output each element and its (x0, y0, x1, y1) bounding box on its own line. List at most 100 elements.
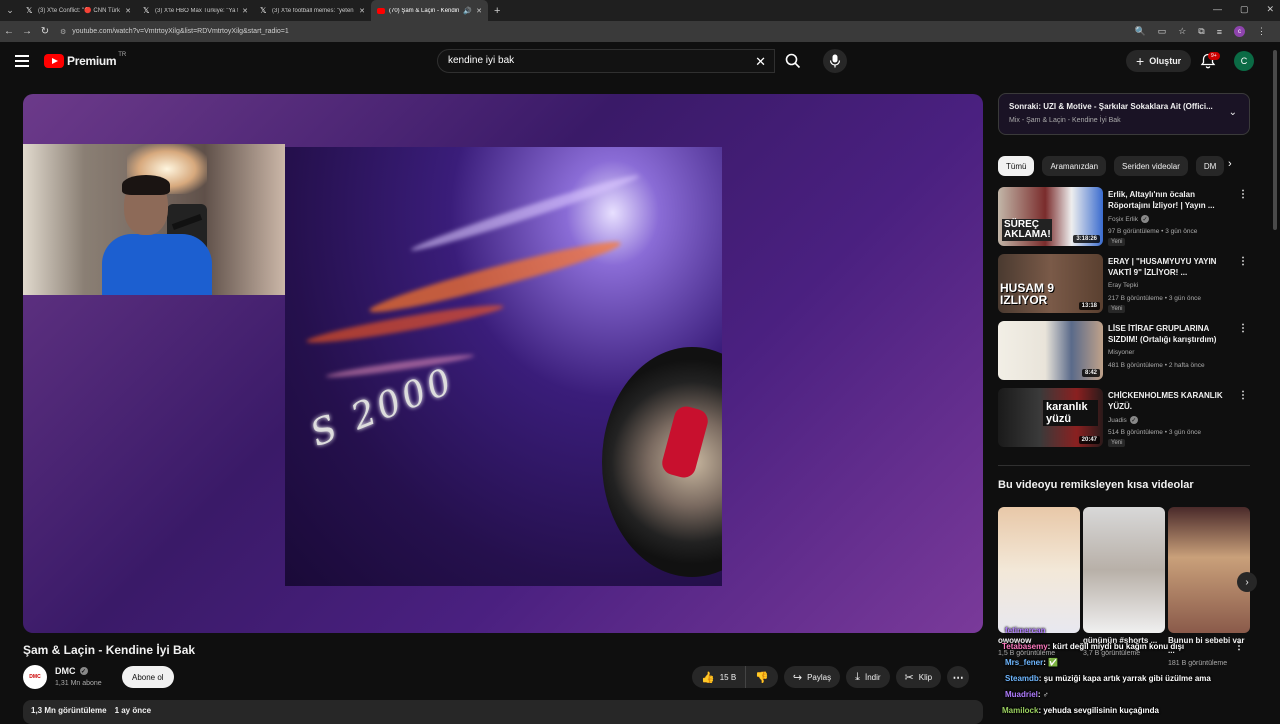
voice-search-button[interactable] (823, 49, 847, 73)
minimize-icon[interactable]: — (1213, 4, 1222, 15)
download-label: İndir (864, 672, 881, 682)
channel-name[interactable]: DMC ✓ (55, 666, 88, 676)
video-thumbnail[interactable]: HUSAM 9 IZLIYOR 13:18 (998, 254, 1103, 313)
video-player[interactable]: S 2000 (23, 94, 983, 633)
video-thumbnail[interactable]: 8:42 (998, 321, 1103, 380)
short-thumbnail[interactable] (1083, 507, 1165, 633)
clear-search-icon[interactable]: ✕ (755, 54, 766, 70)
share-button[interactable]: ↪ Paylaş (783, 666, 841, 688)
thumbs-up-icon: 👍 (701, 671, 715, 684)
share-icon: ↪ (792, 671, 803, 684)
site-info-icon[interactable]: ⚙ (60, 28, 66, 36)
x-logo-icon: 𝕏 (26, 5, 33, 15)
shorts-next-button[interactable]: › (1237, 572, 1257, 592)
close-tab-icon[interactable]: ✕ (242, 7, 248, 15)
channel-text: Foşix Erlik (1108, 215, 1138, 223)
maximize-icon[interactable]: ▢ (1240, 4, 1249, 15)
recommendation-meta: 97 B görüntüleme • 3 gün önce (1108, 228, 1198, 235)
youtube-icon (377, 7, 385, 14)
chip-series[interactable]: Seriden videolar (1114, 156, 1188, 176)
url-field[interactable]: ⚙ youtube.com/watch?v=VmtrtoyXilg&list=R… (60, 24, 1134, 39)
verified-icon: ✓ (1140, 215, 1149, 223)
recommendation-item[interactable]: karanlık yüzü 20:47 CHİCKENHOLMES KARANL… (998, 388, 1250, 448)
more-vertical-icon[interactable]: ⋮ (1238, 323, 1248, 334)
microphone-icon (171, 214, 203, 230)
download-button[interactable]: ⤓ İndir (846, 666, 890, 688)
download-icon: ⤓ (855, 670, 860, 683)
thumbs-down-icon: 👎 (755, 671, 769, 684)
recommendation-item[interactable]: SÜREÇ AKLAMA! 3:18:26 Erlik, Altaylı'nın… (998, 187, 1250, 247)
video-title: Şam & Laçin - Kendine İyi Bak (23, 643, 196, 657)
dislike-button[interactable]: 👎 (746, 666, 778, 688)
close-tab-icon[interactable]: ✕ (125, 7, 131, 15)
browser-tab-active[interactable]: (70) Şam & Laçin - Kendine 🔊 ✕ (371, 0, 488, 21)
more-actions-button[interactable]: ⋯ (947, 666, 970, 688)
like-button[interactable]: 👍 15 B (692, 666, 747, 688)
cast-icon[interactable]: ▭ (1158, 26, 1167, 37)
chip-from-search[interactable]: Aramanızdan (1042, 156, 1107, 176)
youtube-premium-logo[interactable]: Premium TR (44, 52, 126, 68)
short-caption[interactable]: gününün #shorts ... 3,7 B görüntüleme (1083, 636, 1165, 669)
more-vertical-icon[interactable]: ⋮ (1238, 256, 1248, 267)
chip-dmc[interactable]: DM (1195, 156, 1225, 176)
chat-user: Mamilock (1002, 706, 1039, 715)
extensions-icon[interactable]: ⧉ (1198, 26, 1204, 37)
verified-icon: ✓ (79, 667, 88, 675)
chevron-down-icon[interactable]: ⌄ (1229, 107, 1237, 118)
close-tab-icon[interactable]: ✕ (359, 7, 365, 15)
recommendation-channel[interactable]: Foşix Erlik ✓ (1108, 215, 1149, 223)
reload-icon[interactable]: ↻ (36, 26, 54, 37)
video-thumbnail[interactable]: SÜREÇ AKLAMA! 3:18:26 (998, 187, 1103, 246)
recommendation-channel[interactable]: Juadis ✓ (1108, 416, 1138, 424)
like-count: 15 B (719, 672, 737, 682)
chat-text: : ✅ (1043, 658, 1059, 667)
menu-icon[interactable] (15, 55, 29, 67)
more-vertical-icon[interactable]: ⋮ (1238, 390, 1248, 401)
tab-title: (3) X'te Conflict: "🔴 CNN Türk (38, 8, 120, 14)
audio-icon[interactable]: 🔊 (463, 7, 472, 15)
page-scrollbar[interactable] (1273, 50, 1277, 230)
back-icon[interactable]: ← (0, 26, 18, 37)
plus-icon: + (1136, 53, 1145, 69)
clip-button[interactable]: ✂ Klip (895, 666, 942, 688)
forward-icon[interactable]: → (18, 26, 36, 37)
close-window-icon[interactable]: ✕ (1266, 4, 1274, 15)
browser-tab[interactable]: 𝕏 (3) X'te HBO Max Türkiye: "Ya t ✕ (137, 0, 254, 21)
account-avatar[interactable]: C (1234, 51, 1254, 71)
browser-tab[interactable]: 𝕏 (3) X'te Conflict: "🔴 CNN Türk ✕ (20, 0, 137, 21)
short-thumbnail[interactable] (1168, 507, 1250, 633)
mix-playlist-panel[interactable]: Sonraki: UZI & Motive - Şarkılar Sokakla… (998, 93, 1250, 135)
chevron-right-icon[interactable]: › (1228, 158, 1232, 170)
subscribe-button[interactable]: Abone ol (122, 666, 174, 688)
video-thumbnail[interactable]: karanlık yüzü 20:47 (998, 388, 1103, 447)
chat-message: Mamilock: yehuda sevgilisinin kuçağında (1002, 706, 1159, 715)
bookmark-star-icon[interactable]: ☆ (1178, 26, 1186, 37)
browser-menu-icon[interactable]: ⋮ (1257, 26, 1266, 37)
browser-tab[interactable]: 𝕏 (3) X'te football memes: "yeten ✕ (254, 0, 371, 21)
more-horizontal-icon: ⋯ (952, 671, 964, 684)
description-box[interactable]: 1,3 Mn görüntüleme 1 ay önce (23, 700, 983, 724)
tab-groups-icon[interactable]: ≡ (1217, 27, 1222, 37)
create-button[interactable]: + Oluştur (1126, 50, 1192, 72)
zoom-icon[interactable]: 🔍 (1134, 26, 1145, 37)
recommendation-item[interactable]: 8:42 LİSE İTİRAF GRUPLARINA SIZDIM! (Ort… (998, 321, 1250, 381)
recommendation-meta: 514 B görüntüleme • 3 gün önce (1108, 429, 1201, 436)
channel-avatar[interactable]: DMC (23, 665, 47, 689)
recommendation-title: CHİCKENHOLMES KARANLIK YÜZÜ. (1108, 391, 1223, 411)
short-thumbnail[interactable] (998, 507, 1080, 633)
browser-profile-avatar[interactable]: c (1234, 26, 1245, 37)
mix-title: Mix - Şam & Laçin - Kendine İyi Bak (1009, 117, 1121, 124)
new-tab-button[interactable]: + (494, 5, 500, 17)
recommendation-item[interactable]: HUSAM 9 IZLIYOR 13:18 ERAY | "HUSAMYUYU … (998, 254, 1250, 314)
more-vertical-icon[interactable]: ⋮ (1234, 641, 1244, 652)
recommendation-channel[interactable]: Eray Tepki (1108, 282, 1138, 289)
recommendation-channel[interactable]: Misyoner (1108, 349, 1134, 356)
chip-all[interactable]: Tümü (998, 156, 1035, 176)
close-tab-icon[interactable]: ✕ (476, 7, 482, 15)
tab-search-icon[interactable]: ⌄ (0, 0, 20, 21)
search-input[interactable] (448, 55, 748, 66)
more-vertical-icon[interactable]: ⋮ (1238, 189, 1248, 200)
logo-text: Premium (67, 54, 117, 68)
search-button[interactable] (775, 49, 811, 73)
next-video-title: Sonraki: UZI & Motive - Şarkılar Sokakla… (1009, 102, 1213, 111)
